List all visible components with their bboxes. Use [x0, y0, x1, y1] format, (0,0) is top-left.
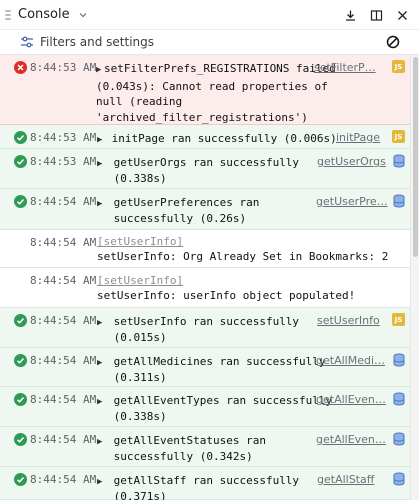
timestamp: 8:44:54 AM: [30, 195, 97, 208]
log-message[interactable]: ▶ setUserInfo ran successfully (0.015s): [97, 314, 299, 345]
success-check-icon: [14, 433, 27, 446]
database-icon: [392, 194, 405, 207]
log-message[interactable]: ▶ getAllMedicines ran successfully (0.31…: [97, 354, 326, 385]
source-link[interactable]: initPage: [336, 131, 380, 144]
log-message[interactable]: ▶ initPage ran successfully (0.006s): [97, 131, 337, 149]
close-icon[interactable]: [395, 8, 409, 22]
database-icon: [392, 392, 405, 405]
expand-caret-icon[interactable]: ▶: [97, 435, 105, 451]
expand-caret-icon[interactable]: ▶: [97, 356, 105, 372]
source-link[interactable]: getAllStaff: [317, 473, 374, 486]
expand-caret-icon[interactable]: ▶: [97, 133, 105, 149]
js-badge-icon: JS: [392, 313, 405, 326]
database-icon: [392, 353, 405, 366]
success-check-icon: [14, 473, 27, 486]
js-badge-icon: JS: [392, 60, 405, 73]
expand-caret-icon[interactable]: ▶: [97, 475, 105, 491]
log-message[interactable]: ▶ getUserOrgs ran successfully (0.338s): [97, 155, 299, 186]
timestamp: 8:44:53 AM: [30, 155, 97, 168]
inline-source-link[interactable]: [setUserInfo]: [97, 234, 183, 250]
log-message[interactable]: ▶ getAllEventStatuses ran successfully (…: [97, 433, 266, 464]
console-row-error[interactable]: 8:44:53 AM ▶ setFilterPrefs_REGISTRATIONS…: [0, 55, 410, 125]
timestamp: 8:44:54 AM: [30, 433, 97, 446]
source-link[interactable]: getAllEven…: [316, 393, 386, 406]
download-icon[interactable]: [343, 8, 357, 22]
source-link[interactable]: getAllEven…: [316, 433, 386, 446]
console-row-log[interactable]: 8:44:54 AM [setUserInfo] setUserInfo: us…: [0, 268, 410, 308]
source-link[interactable]: getAllMedi…: [316, 354, 385, 367]
filters-and-settings-label[interactable]: Filters and settings: [40, 35, 154, 49]
success-check-icon: [14, 354, 27, 367]
clear-console-icon[interactable]: [386, 35, 400, 49]
console-row-success[interactable]: 8:44:54 AM ▶ getUserPreferences ran succ…: [0, 189, 410, 230]
database-icon: [392, 432, 405, 445]
success-check-icon: [14, 155, 27, 168]
console-row-success[interactable]: 8:44:54 AM ▶ getAllEventStatuses ran suc…: [0, 427, 410, 467]
console-row-success[interactable]: 8:44:54 AM ▶ getAllEventTypes ran succes…: [0, 387, 410, 427]
log-message[interactable]: ▶ getAllEventTypes ran successfully (0.3…: [97, 393, 332, 424]
log-message[interactable]: ▶ setFilterPrefs_REGISTRATIONS failed (0.…: [96, 61, 336, 125]
timestamp: 8:44:54 AM: [30, 354, 97, 367]
console-scrollbar[interactable]: [410, 55, 419, 500]
timestamp: 8:44:53 AM: [30, 131, 97, 144]
console-header: Console: [0, 0, 419, 30]
log-message: setUserInfo: Org Already Set in Bookmark…: [97, 250, 389, 263]
console-row-log[interactable]: 8:44:54 AM [setUserInfo] setUserInfo: Or…: [0, 230, 410, 268]
drag-handle-icon[interactable]: [4, 9, 12, 20]
timestamp: 8:44:54 AM: [30, 393, 97, 406]
success-check-icon: [14, 393, 27, 406]
expand-caret-icon[interactable]: ▶: [97, 197, 105, 213]
dock-side-icon[interactable]: [369, 8, 383, 22]
error-icon: [14, 61, 27, 74]
source-link[interactable]: setFilterP…: [314, 61, 376, 74]
timestamp: 8:44:54 AM: [30, 314, 97, 327]
timestamp: 8:44:54 AM: [30, 236, 97, 249]
filter-settings-icon[interactable]: [20, 35, 34, 49]
success-check-icon: [14, 131, 27, 144]
source-link[interactable]: getUserPre…: [316, 195, 388, 208]
source-link[interactable]: getUserOrgs: [317, 155, 386, 168]
console-row-success[interactable]: 8:44:53 AM ▶ getUserOrgs ran successfull…: [0, 149, 410, 189]
console-row-success[interactable]: 8:44:54 AM ▶ getAllMedicines ran success…: [0, 348, 410, 387]
source-link[interactable]: setUserInfo: [317, 314, 380, 327]
log-message[interactable]: ▶ getAllStaff ran successfully (0.371s): [97, 473, 299, 500]
console-title: Console: [18, 7, 70, 22]
success-check-icon: [14, 314, 27, 327]
success-check-icon: [14, 195, 27, 208]
console-row-success[interactable]: 8:44:54 AM ▶ getAllStaff ran successfull…: [0, 467, 410, 500]
console-row-success[interactable]: 8:44:54 AM ▶ setUserInfo ran successfull…: [0, 308, 410, 348]
database-icon: [392, 472, 405, 485]
scrollbar-thumb[interactable]: [413, 57, 418, 257]
log-message[interactable]: ▶ getUserPreferences ran successfully (0…: [97, 195, 259, 226]
timestamp: 8:44:53 AM: [30, 61, 97, 74]
timestamp: 8:44:54 AM: [30, 473, 97, 486]
expand-caret-icon[interactable]: ▶: [96, 63, 104, 79]
log-message: setUserInfo: userInfo object populated!: [97, 289, 356, 302]
database-icon: [392, 154, 405, 167]
console-row-success[interactable]: 8:44:53 AM ▶ initPage ran successfully (…: [0, 125, 410, 149]
chevron-down-icon[interactable]: [78, 10, 88, 20]
js-badge-icon: JS: [392, 130, 405, 143]
expand-caret-icon[interactable]: ▶: [97, 395, 105, 411]
inline-source-link[interactable]: [setUserInfo]: [97, 273, 183, 289]
timestamp: 8:44:54 AM: [30, 274, 97, 287]
expand-caret-icon[interactable]: ▶: [97, 316, 105, 332]
expand-caret-icon[interactable]: ▶: [97, 157, 105, 173]
filter-bar: Filters and settings: [0, 30, 419, 55]
